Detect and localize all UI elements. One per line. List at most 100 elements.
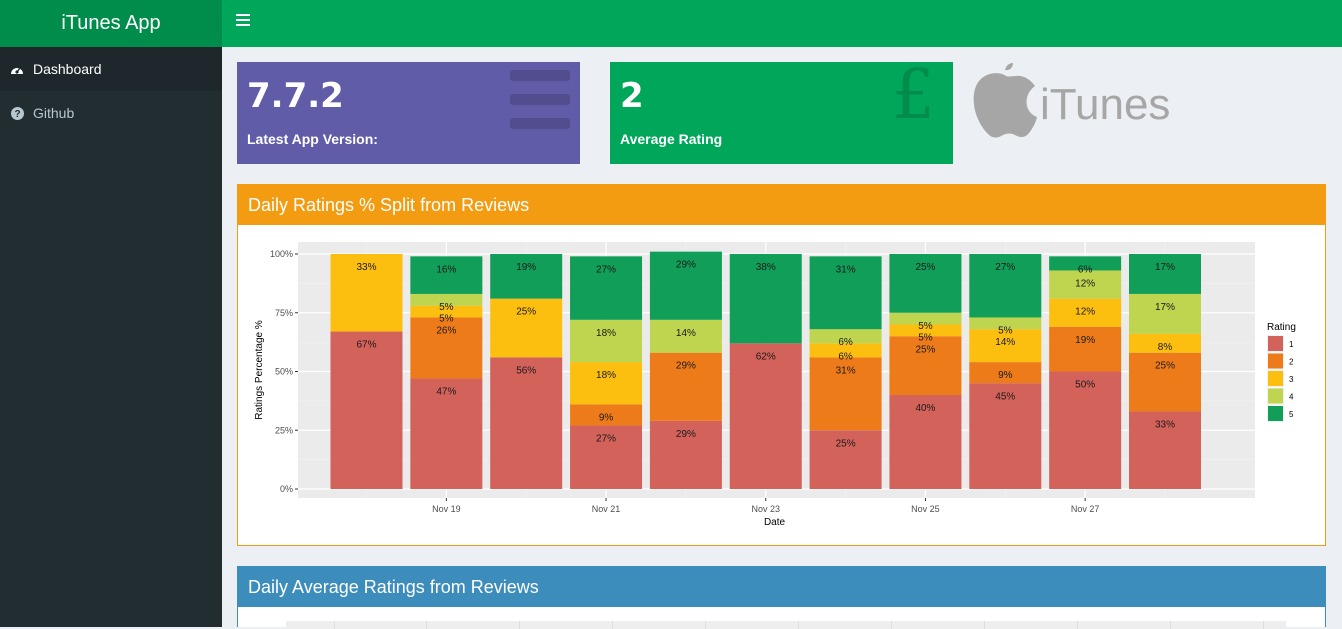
bar-segment bbox=[729, 343, 802, 489]
data-label: 6% bbox=[838, 337, 853, 348]
itunes-logo-text: iTunes bbox=[1040, 80, 1170, 129]
data-label: 31% bbox=[836, 264, 856, 275]
list-icon bbox=[510, 70, 570, 137]
x-tick-label: Nov 21 bbox=[592, 504, 621, 514]
legend-swatch bbox=[1268, 371, 1283, 386]
bar-segment bbox=[330, 331, 403, 489]
x-tick-label: Nov 27 bbox=[1071, 504, 1100, 514]
data-label: 29% bbox=[676, 429, 696, 440]
data-label: 67% bbox=[356, 340, 376, 351]
panel-title: Daily Average Ratings from Reviews bbox=[238, 567, 1325, 607]
x-axis-title: Date bbox=[764, 517, 786, 528]
data-label: 19% bbox=[516, 262, 536, 273]
data-label: 12% bbox=[1075, 307, 1095, 318]
data-label: 14% bbox=[676, 328, 696, 339]
sidebar-item-github[interactable]: ? Github bbox=[0, 91, 222, 135]
legend-label: 1 bbox=[1289, 340, 1294, 349]
average-ratings-panel: Daily Average Ratings from Reviews bbox=[237, 566, 1326, 629]
bar-segment bbox=[1129, 293, 1201, 334]
data-label: 27% bbox=[596, 264, 616, 275]
data-label: 14% bbox=[995, 337, 1015, 348]
data-label: 62% bbox=[756, 351, 776, 362]
data-label: 40% bbox=[915, 403, 935, 414]
data-label: 9% bbox=[599, 412, 614, 423]
y-tick-label: 25% bbox=[275, 425, 293, 435]
y-axis-title: Ratings Percentage % bbox=[254, 320, 265, 420]
legend-label: 4 bbox=[1289, 393, 1294, 402]
bar-segment bbox=[570, 362, 643, 405]
question-circle-icon: ? bbox=[10, 106, 24, 120]
legend-label: 5 bbox=[1289, 410, 1294, 419]
data-label: 16% bbox=[436, 264, 456, 275]
data-label: 5% bbox=[439, 302, 454, 313]
top-navbar: iTunes App bbox=[0, 0, 1342, 47]
data-label: 5% bbox=[918, 333, 933, 344]
data-label: 25% bbox=[836, 438, 856, 449]
data-label: 45% bbox=[995, 391, 1015, 402]
legend-label: 3 bbox=[1289, 375, 1294, 384]
data-label: 38% bbox=[756, 262, 776, 273]
data-label: 5% bbox=[439, 314, 454, 325]
data-label: 5% bbox=[998, 325, 1013, 336]
legend-swatch bbox=[1268, 336, 1283, 351]
average-rating-box: 2 Average Rating £ bbox=[610, 62, 953, 164]
pound-icon: £ bbox=[891, 56, 935, 135]
y-tick-label: 100% bbox=[270, 249, 293, 259]
legend-swatch bbox=[1268, 406, 1283, 421]
data-label: 29% bbox=[676, 260, 696, 271]
data-label: 18% bbox=[596, 370, 616, 381]
ratings-split-chart: 0%25%50%75%100%Nov 19 Nov 21 Nov 23 Nov 25 N… bbox=[254, 242, 1296, 528]
data-label: 25% bbox=[516, 307, 536, 318]
svg-text:?: ? bbox=[14, 109, 20, 120]
data-label: 33% bbox=[1155, 419, 1175, 430]
bar-segment bbox=[490, 254, 563, 299]
data-label: 50% bbox=[1075, 380, 1095, 391]
data-label: 17% bbox=[1155, 262, 1175, 273]
bar-segment bbox=[1129, 254, 1201, 294]
data-label: 33% bbox=[356, 262, 376, 273]
data-label: 31% bbox=[836, 365, 856, 376]
y-tick-label: 50% bbox=[275, 367, 293, 377]
legend-title: Rating bbox=[1267, 322, 1296, 333]
data-label: 25% bbox=[1155, 361, 1175, 372]
data-label: 9% bbox=[998, 370, 1013, 381]
legend-swatch bbox=[1268, 388, 1283, 404]
y-tick-label: 0% bbox=[280, 484, 293, 494]
dashboard-icon bbox=[10, 62, 24, 76]
data-label: 6% bbox=[1078, 264, 1093, 275]
bar-segment bbox=[570, 319, 643, 363]
data-label: 27% bbox=[995, 262, 1015, 273]
data-label: 27% bbox=[596, 434, 616, 445]
sidebar-item-label: Github bbox=[33, 105, 75, 121]
bar-segment bbox=[1049, 326, 1122, 372]
sidebar-item-label: Dashboard bbox=[33, 61, 102, 77]
ratings-split-panel: Daily Ratings % Split from Reviews 0% 25%… bbox=[237, 184, 1326, 546]
x-tick-label: Nov 25 bbox=[911, 504, 940, 514]
chart-strip bbox=[286, 621, 1286, 629]
sidebar-item-dashboard[interactable]: Dashboard bbox=[0, 47, 222, 91]
sidebar: Dashboard ? Github bbox=[0, 47, 222, 627]
legend-label: 2 bbox=[1289, 358, 1294, 367]
data-label: 47% bbox=[436, 387, 456, 398]
data-label: 6% bbox=[838, 351, 853, 362]
panel-title: Daily Ratings % Split from Reviews bbox=[238, 185, 1325, 225]
y-tick-label: 75% bbox=[275, 308, 293, 318]
data-label: 5% bbox=[918, 321, 933, 332]
data-label: 26% bbox=[436, 325, 456, 336]
itunes-logo: iTunes bbox=[972, 62, 1172, 142]
data-label: 25% bbox=[915, 262, 935, 273]
data-label: 56% bbox=[516, 365, 536, 376]
data-label: 17% bbox=[1155, 302, 1175, 313]
x-tick-label: Nov 23 bbox=[751, 504, 780, 514]
app-version-box: 7.7.2 Latest App Version: bbox=[237, 62, 580, 164]
legend-swatch bbox=[1268, 353, 1283, 369]
data-label: 25% bbox=[915, 344, 935, 355]
data-label: 12% bbox=[1075, 278, 1095, 289]
data-label: 29% bbox=[676, 361, 696, 372]
data-label: 18% bbox=[596, 328, 616, 339]
data-label: 8% bbox=[1158, 342, 1173, 353]
sidebar-toggle-icon[interactable] bbox=[236, 14, 250, 26]
data-label: 19% bbox=[1075, 335, 1095, 346]
x-tick-label: Nov 19 bbox=[432, 504, 461, 514]
app-title[interactable]: iTunes App bbox=[0, 0, 222, 47]
